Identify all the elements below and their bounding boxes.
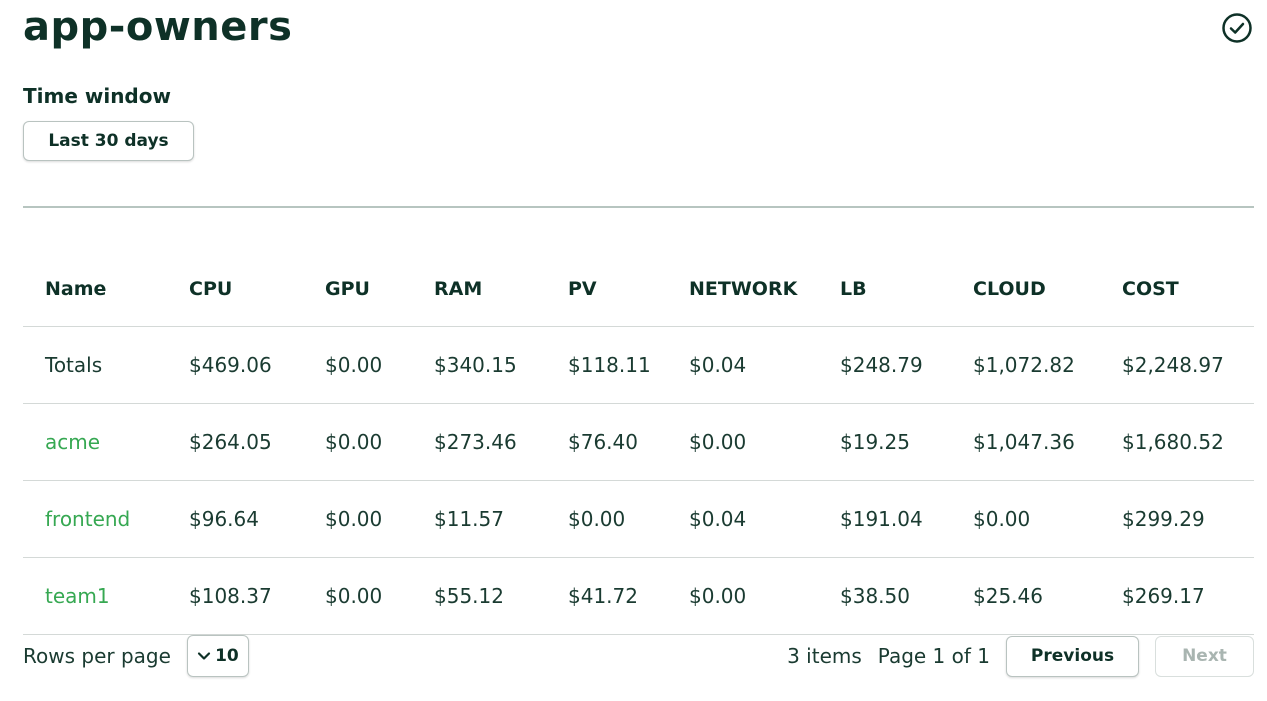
ram-cell: $11.57 <box>434 480 568 558</box>
page-info: Page 1 of 1 <box>877 644 990 668</box>
rows-per-page-value: 10 <box>215 646 239 666</box>
row-name-link[interactable]: team1 <box>45 584 110 608</box>
cloud-cell: $1,047.36 <box>973 403 1122 481</box>
totals-ram: $340.15 <box>434 326 568 404</box>
column-header-ram[interactable]: RAM <box>434 251 568 327</box>
totals-cpu: $469.06 <box>189 326 325 404</box>
column-header-cpu[interactable]: CPU <box>189 251 325 327</box>
network-cell: $0.00 <box>689 557 840 635</box>
table-row: frontend $96.64 $0.00 $11.57 $0.00 $0.04… <box>23 480 1254 558</box>
network-cell: $0.04 <box>689 480 840 558</box>
time-window-button[interactable]: Last 30 days <box>23 121 194 161</box>
rows-per-page-control: Rows per page 10 <box>23 634 249 678</box>
cost-table: Name CPU GPU RAM PV NETWORK LB CLOUD COS… <box>23 251 1254 635</box>
cost-cell: $299.29 <box>1122 480 1254 558</box>
row-name-link[interactable]: acme <box>45 430 100 454</box>
totals-cost: $2,248.97 <box>1122 326 1254 404</box>
pv-cell: $41.72 <box>568 557 689 635</box>
row-name-link[interactable]: frontend <box>45 507 130 531</box>
lb-cell: $191.04 <box>840 480 973 558</box>
rows-per-page-label: Rows per page <box>23 644 171 668</box>
cloud-cell: $25.46 <box>973 557 1122 635</box>
cost-cell: $269.17 <box>1122 557 1254 635</box>
column-header-cost[interactable]: COST <box>1122 251 1254 327</box>
gpu-cell: $0.00 <box>325 480 434 558</box>
chevron-down-icon <box>197 652 211 660</box>
check-circle-icon[interactable] <box>1221 12 1253 44</box>
network-cell: $0.00 <box>689 403 840 481</box>
cpu-cell: $264.05 <box>189 403 325 481</box>
cpu-cell: $96.64 <box>189 480 325 558</box>
rows-per-page-select[interactable]: 10 <box>186 635 249 677</box>
totals-cloud: $1,072.82 <box>973 326 1122 404</box>
cpu-cell: $108.37 <box>189 557 325 635</box>
gpu-cell: $0.00 <box>325 557 434 635</box>
lb-cell: $38.50 <box>840 557 973 635</box>
next-button[interactable]: Next <box>1155 635 1254 677</box>
totals-row: Totals $469.06 $0.00 $340.15 $118.11 $0.… <box>23 326 1254 404</box>
pv-cell: $76.40 <box>568 403 689 481</box>
column-header-lb[interactable]: LB <box>840 251 973 327</box>
ram-cell: $55.12 <box>434 557 568 635</box>
pagination-controls: 3 items Page 1 of 1 Previous Next <box>787 634 1254 678</box>
pv-cell: $0.00 <box>568 480 689 558</box>
table-row: acme $264.05 $0.00 $273.46 $76.40 $0.00 … <box>23 403 1254 481</box>
lb-cell: $19.25 <box>840 403 973 481</box>
totals-lb: $248.79 <box>840 326 973 404</box>
cost-cell: $1,680.52 <box>1122 403 1254 481</box>
column-header-name[interactable]: Name <box>23 251 189 327</box>
cloud-cell: $0.00 <box>973 480 1122 558</box>
previous-button[interactable]: Previous <box>1006 635 1139 677</box>
section-divider <box>23 206 1254 208</box>
column-header-pv[interactable]: PV <box>568 251 689 327</box>
page-title: app-owners <box>23 4 293 50</box>
time-window-label: Time window <box>23 84 171 108</box>
items-count: 3 items <box>787 644 862 668</box>
column-header-cloud[interactable]: CLOUD <box>973 251 1122 327</box>
column-header-network[interactable]: NETWORK <box>689 251 840 327</box>
totals-label: Totals <box>23 326 189 404</box>
totals-network: $0.04 <box>689 326 840 404</box>
table-row: team1 $108.37 $0.00 $55.12 $41.72 $0.00 … <box>23 557 1254 635</box>
totals-gpu: $0.00 <box>325 326 434 404</box>
gpu-cell: $0.00 <box>325 403 434 481</box>
report-page: app-owners Time window Last 30 days Name… <box>0 0 1267 701</box>
column-header-gpu[interactable]: GPU <box>325 251 434 327</box>
ram-cell: $273.46 <box>434 403 568 481</box>
table-header-row: Name CPU GPU RAM PV NETWORK LB CLOUD COS… <box>23 251 1254 327</box>
totals-pv: $118.11 <box>568 326 689 404</box>
